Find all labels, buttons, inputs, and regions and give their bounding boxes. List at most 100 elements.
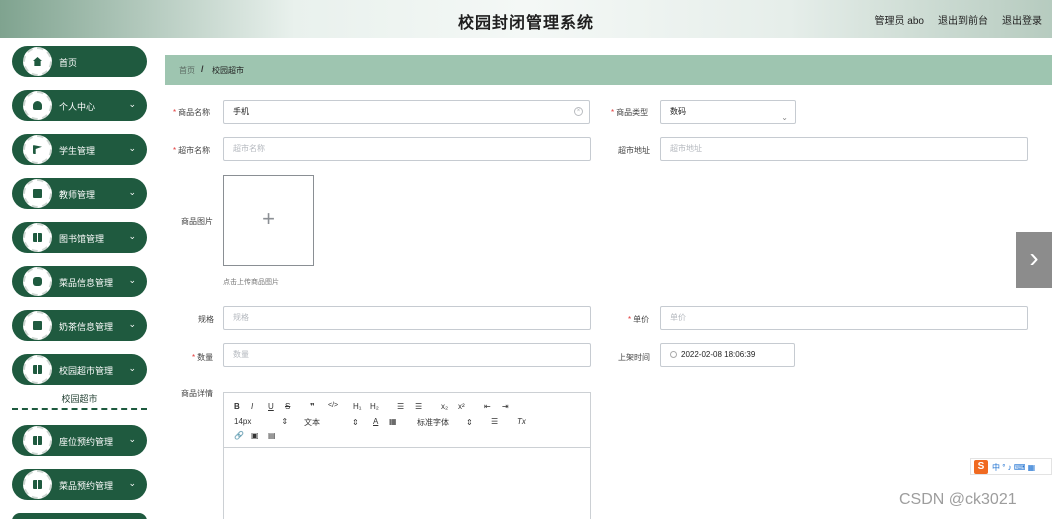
quantity-input[interactable]: 数量 xyxy=(223,343,591,367)
font-size-select[interactable]: 14px ⇕ xyxy=(234,417,288,426)
link-icon[interactable]: 🔗 xyxy=(234,431,244,440)
sidebar-item-label: 学生管理 xyxy=(59,146,96,156)
italic-button[interactable]: I xyxy=(251,402,253,411)
breadcrumb: 首页 / 校园超市 xyxy=(165,55,1052,85)
strike-button[interactable]: S xyxy=(285,402,290,411)
sidebar-item-label: 座位预约管理 xyxy=(59,437,114,447)
book-icon xyxy=(23,311,52,340)
video-icon[interactable]: ▤ xyxy=(268,431,276,440)
bold-button[interactable]: B xyxy=(234,402,240,411)
chevron-updown-icon: ⇕ xyxy=(281,417,289,426)
chevron-updown-icon: ⇕ xyxy=(466,418,473,427)
sidebar-item-dish-booking[interactable]: 菜品预约管理 ⌄ xyxy=(12,469,147,500)
chevron-right-icon: › xyxy=(1029,242,1039,273)
ime-status: 中 ° ♪ ⌨ ▦ xyxy=(992,463,1036,472)
sidebar-item-label: 图书馆管理 xyxy=(59,234,105,244)
sidebar-item-students[interactable]: 学生管理 ⌄ xyxy=(12,134,147,165)
sidebar-item-library[interactable]: 图书馆管理 ⌄ xyxy=(12,222,147,253)
superscript-button[interactable]: x² xyxy=(458,402,465,411)
sidebar-item-profile[interactable]: 个人中心 ⌄ xyxy=(12,90,147,121)
sidebar-item-supermarket[interactable]: 校园超市管理 ⌄ xyxy=(12,354,147,385)
font-family-select[interactable]: 标准字体 ⇕ xyxy=(417,417,473,428)
sidebar-item-teachers[interactable]: 教师管理 ⌄ xyxy=(12,178,147,209)
product-name-label: 商品名称 xyxy=(173,107,210,118)
watermark: CSDN @ck3021 xyxy=(899,491,1017,508)
chat-icon xyxy=(23,267,52,296)
market-name-placeholder: 超市名称 xyxy=(233,144,265,153)
h2-button[interactable]: H₂ xyxy=(370,402,379,411)
chevron-down-icon: ⌄ xyxy=(128,99,136,109)
sidebar-item-home[interactable]: 首页 xyxy=(12,46,147,77)
chevron-down-icon: ⌄ xyxy=(128,231,136,241)
chevron-down-icon: ⌄ xyxy=(781,113,788,122)
product-image-label: 商品图片 xyxy=(181,217,213,226)
chevron-down-icon: ⌄ xyxy=(128,275,136,285)
ordered-list-button[interactable]: ☰ xyxy=(397,402,404,411)
sogou-logo-icon: S xyxy=(974,460,988,474)
breadcrumb-home[interactable]: 首页 xyxy=(179,65,195,76)
text-style-select[interactable]: 文本 ⇕ xyxy=(304,417,359,428)
sidebar-item-label: 奶茶信息管理 xyxy=(59,322,114,332)
font-color-button[interactable]: A xyxy=(373,417,378,426)
product-type-select[interactable]: 数码 ⌄ xyxy=(660,100,796,124)
chevron-down-icon: ⌄ xyxy=(128,363,136,373)
rich-text-editor[interactable]: B I U S ❞ </> H₁ H₂ ☰ ☰ x₂ x² ⇤ ⇥ 14px ⇕ … xyxy=(223,392,591,519)
grid-icon xyxy=(23,355,52,384)
chevron-down-icon: ⌄ xyxy=(128,143,136,153)
logout-link[interactable]: 退出登录 xyxy=(1002,12,1042,27)
subscript-button[interactable]: x₂ xyxy=(441,402,448,411)
flag-icon xyxy=(23,135,52,164)
image-icon[interactable]: ▣ xyxy=(251,431,259,440)
market-address-input[interactable]: 超市地址 xyxy=(660,137,1028,161)
underline-button[interactable]: U xyxy=(268,402,274,411)
sidebar-item-label: 首页 xyxy=(59,58,78,68)
clear-icon[interactable]: × xyxy=(574,107,583,116)
sidebar-item-label: 教师管理 xyxy=(59,190,96,200)
grid-icon xyxy=(23,470,52,499)
product-type-value: 数码 xyxy=(670,107,686,116)
header-actions: 管理员 abo 退出到前台 退出登录 xyxy=(875,12,1042,27)
clear-format-button[interactable]: Tx xyxy=(517,417,526,426)
sidebar-subitem-supermarket[interactable]: 校园超市 xyxy=(12,391,147,410)
text-style-value: 文本 xyxy=(304,418,320,427)
sidebar-item-milk-tea[interactable]: 奶茶信息管理 ⌄ xyxy=(12,310,147,341)
bullet-list-button[interactable]: ☰ xyxy=(415,402,422,411)
align-button[interactable]: ☰ xyxy=(491,417,498,426)
chevron-updown-icon: ⇕ xyxy=(352,418,359,427)
chevron-down-icon: ⌄ xyxy=(128,319,136,329)
market-address-label: 超市地址 xyxy=(618,146,650,155)
back-to-front-link[interactable]: 退出到前台 xyxy=(938,12,988,27)
chevron-down-icon: ⌄ xyxy=(128,478,136,488)
sidebar-item-label: 菜品信息管理 xyxy=(59,278,114,288)
chevron-down-icon: ⌄ xyxy=(128,187,136,197)
briefcase-icon xyxy=(23,179,52,208)
background-color-icon[interactable]: ▦ xyxy=(389,417,397,426)
unit-price-input[interactable]: 单价 xyxy=(660,306,1028,330)
outdent-button[interactable]: ⇤ xyxy=(484,402,491,411)
ime-toolbar[interactable]: S 中 ° ♪ ⌨ ▦ xyxy=(970,458,1052,475)
user-name: 管理员 abo xyxy=(874,16,924,27)
sidebar-item-label: 校园超市管理 xyxy=(59,366,114,376)
sidebar-item-seat-booking[interactable]: 座位预约管理 ⌄ xyxy=(12,425,147,456)
clock-icon xyxy=(670,351,677,359)
shelf-time-label: 上架时间 xyxy=(618,353,650,362)
next-arrow-button[interactable]: › xyxy=(1016,232,1052,288)
code-button[interactable]: </> xyxy=(328,402,338,409)
spec-placeholder: 规格 xyxy=(233,313,249,322)
spec-input[interactable]: 规格 xyxy=(223,306,591,330)
market-name-input[interactable]: 超市名称 xyxy=(223,137,591,161)
breadcrumb-separator: / xyxy=(201,64,204,74)
quote-button[interactable]: ❞ xyxy=(310,402,315,411)
shelf-time-picker[interactable]: 2022-02-08 18:06:39 xyxy=(660,343,795,367)
upload-hint: 点击上传商品图片 xyxy=(223,279,279,286)
grid-icon xyxy=(23,223,52,252)
sidebar-item-partial xyxy=(12,513,147,519)
product-name-input[interactable]: 手机 × xyxy=(223,100,590,124)
sidebar-item-dishes[interactable]: 菜品信息管理 ⌄ xyxy=(12,266,147,297)
image-upload-box[interactable]: + xyxy=(223,175,314,266)
h1-button[interactable]: H₁ xyxy=(353,402,361,411)
indent-button[interactable]: ⇥ xyxy=(502,402,509,411)
spec-label: 规格 xyxy=(198,315,214,324)
plus-icon: + xyxy=(262,206,275,231)
sidebar-item-label: 菜品预约管理 xyxy=(59,481,114,491)
